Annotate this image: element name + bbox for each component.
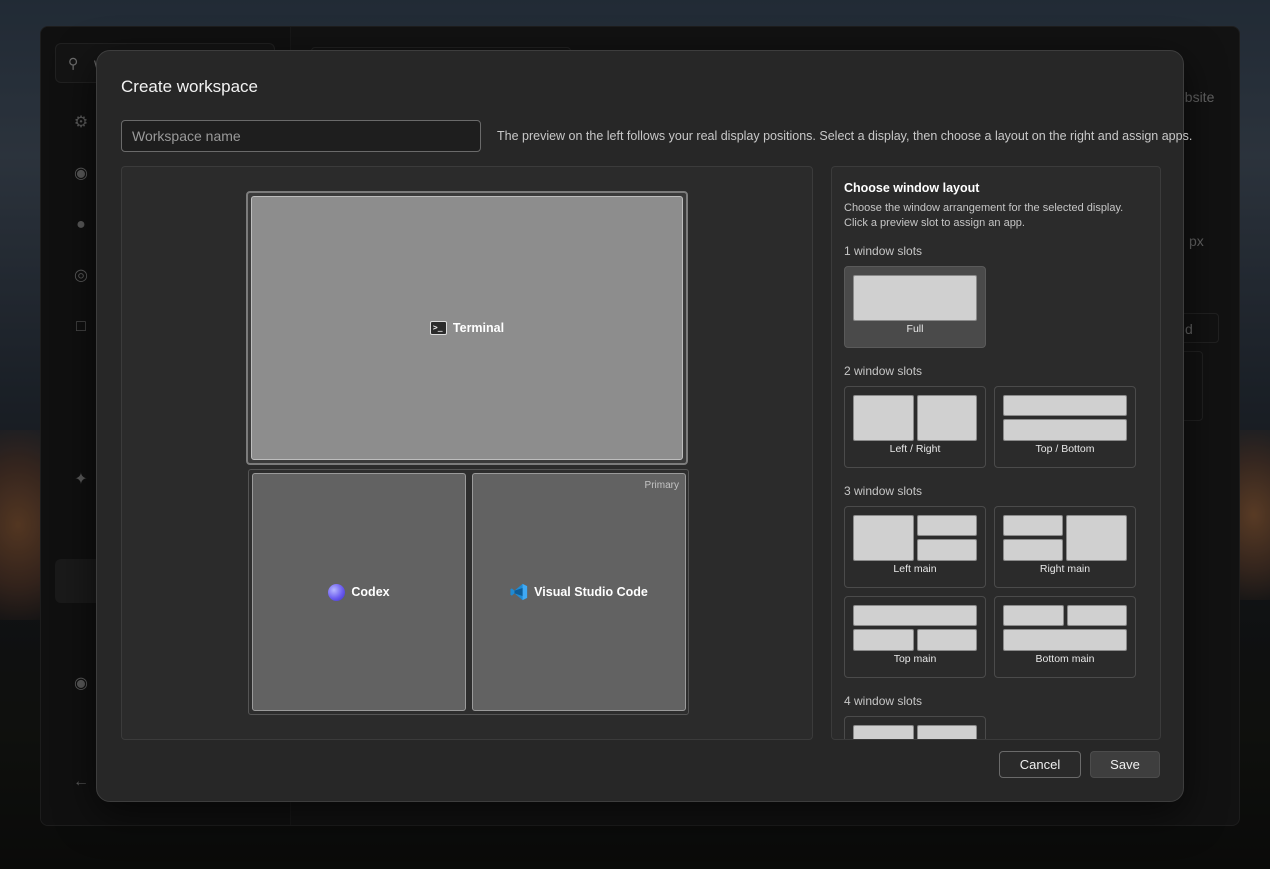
layout-thumb-left-main xyxy=(853,515,977,563)
layout-option-top-bottom-label: Top / Bottom xyxy=(1035,443,1095,455)
group-label-2-slots: 2 window slots xyxy=(844,364,923,378)
create-workspace-dialog: Create workspace The preview on the left… xyxy=(96,50,1192,802)
display-preview-panel: >_ Terminal Codex Primary Visual Studio … xyxy=(121,166,813,740)
layout-thumb-top-bottom xyxy=(1003,395,1127,443)
display-bottom[interactable]: Codex Primary Visual Studio Code xyxy=(248,469,689,715)
vscode-icon xyxy=(510,583,528,601)
group-label-1-slot: 1 window slots xyxy=(844,244,923,258)
layout-option-quad[interactable] xyxy=(844,716,986,739)
layout-thumb-full xyxy=(853,275,977,323)
layout-option-full[interactable]: Full xyxy=(844,266,986,348)
layout-thumb-right-main xyxy=(1003,515,1127,563)
primary-display-tag: Primary xyxy=(644,480,679,491)
group-label-4-slots: 4 window slots xyxy=(844,694,923,708)
slot-terminal[interactable]: >_ Terminal xyxy=(251,196,683,460)
workspace-name-input[interactable] xyxy=(121,120,481,152)
layout-option-left-right[interactable]: Left / Right xyxy=(844,386,986,468)
slot-codex-label: Codex xyxy=(351,585,390,599)
layout-option-bottom-main[interactable]: Bottom main xyxy=(994,596,1136,678)
slot-terminal-label: Terminal xyxy=(452,321,505,335)
layout-option-right-main-label: Right main xyxy=(1039,563,1091,575)
slot-vscode[interactable]: Primary Visual Studio Code xyxy=(472,473,686,711)
layout-panel-title: Choose window layout xyxy=(844,181,980,195)
layout-option-right-main[interactable]: Right main xyxy=(994,506,1136,588)
group-label-3-slots: 3 window slots xyxy=(844,484,923,498)
codex-icon xyxy=(328,583,346,601)
dialog-title: Create workspace xyxy=(121,77,259,96)
layout-option-top-main[interactable]: Top main xyxy=(844,596,986,678)
layout-thumb-quad xyxy=(853,725,977,739)
layout-option-bottom-main-label: Bottom main xyxy=(1035,653,1095,665)
slot-codex[interactable]: Codex xyxy=(252,473,466,711)
window-layout-panel: Choose window layout Choose the window a… xyxy=(831,166,1161,740)
terminal-icon: >_ xyxy=(429,321,447,335)
cancel-button[interactable]: Cancel xyxy=(999,751,1081,778)
layout-option-top-bottom[interactable]: Top / Bottom xyxy=(994,386,1136,468)
dialog-hint: The preview on the left follows your rea… xyxy=(497,129,1193,143)
layout-option-left-main[interactable]: Left main xyxy=(844,506,986,588)
layout-panel-description-line1: Choose the window arrangement for the se… xyxy=(844,202,1124,214)
layout-thumb-left-right xyxy=(853,395,977,443)
layout-thumb-bottom-main xyxy=(1003,605,1127,653)
display-top[interactable]: >_ Terminal xyxy=(246,191,688,465)
layout-panel-description: Choose the window arrangement for the se… xyxy=(844,201,1154,231)
layout-option-full-label: Full xyxy=(906,323,924,335)
layout-thumb-top-main xyxy=(853,605,977,653)
layout-option-left-main-label: Left main xyxy=(893,563,937,575)
save-button[interactable]: Save xyxy=(1090,751,1160,778)
layout-option-left-right-label: Left / Right xyxy=(889,443,941,455)
layout-panel-description-line2: Click a preview slot to assign an app. xyxy=(844,217,1025,229)
slot-vscode-label: Visual Studio Code xyxy=(534,585,648,599)
layout-option-top-main-label: Top main xyxy=(893,653,937,665)
